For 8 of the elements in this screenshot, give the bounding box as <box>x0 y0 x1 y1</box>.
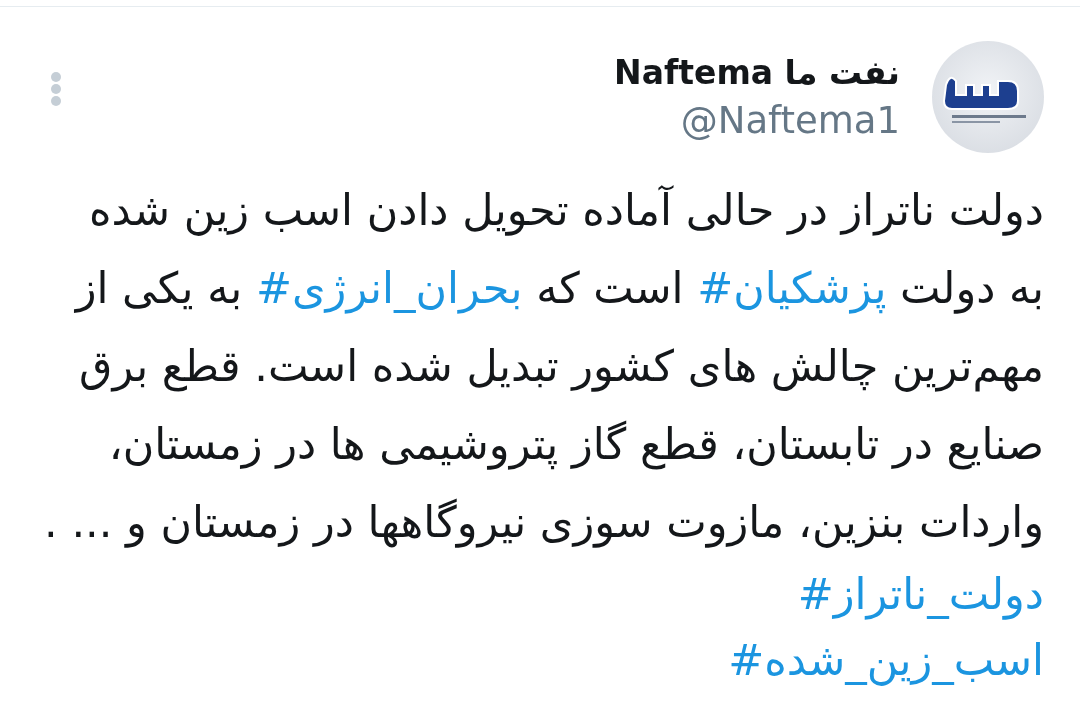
hashtag-link[interactable]: #دولت_ناتراز <box>797 569 1044 619</box>
hashtag-link[interactable]: #اسب_زین_شده <box>728 635 1044 685</box>
hashtag-link[interactable]: #بحران_انرژی <box>255 263 523 313</box>
author-name: نفت ما Naftema <box>614 52 900 94</box>
hashtag-link[interactable]: #پزشکیان <box>697 263 887 313</box>
tweet-text: دولت ناتراز در حالی آماده تحویل دادن اسب زین شده به دولت #پزشکیان است که #بحران_انرژی به یکی از مهم‌ترین چالش های کشور تبدیل شده است. قطع برق صنایع در تابستان، قطع گاز پتروشیمی ها در زمستان، واردات بنزین، مازوت سوزی نیروگاهها در زمستان و ... . <box>43 184 1044 550</box>
avatar-logo[interactable] <box>932 41 1044 153</box>
author-handle: @Naftema1 <box>680 98 900 144</box>
